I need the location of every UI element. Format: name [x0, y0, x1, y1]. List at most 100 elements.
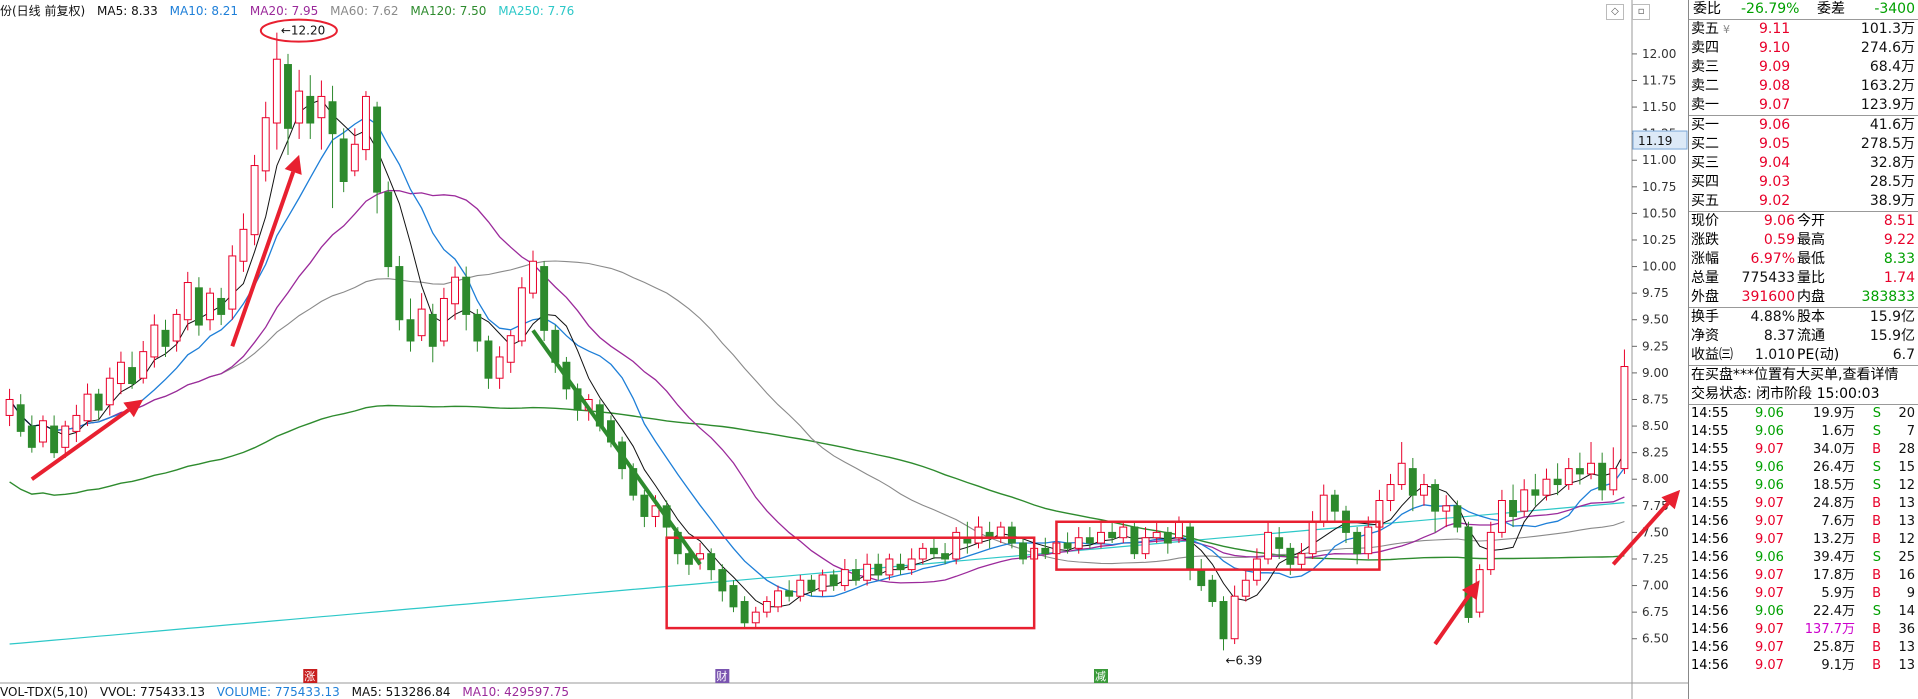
- ask-price: 9.08: [1759, 78, 1791, 94]
- candle-body: [116, 361, 125, 385]
- candle-body: [762, 601, 771, 613]
- big-order-notice[interactable]: 在买盘***位置有大买单,查看详情: [1691, 366, 1898, 385]
- candle-body: [373, 106, 382, 193]
- restore-window-icon[interactable]: ▫: [1632, 4, 1651, 20]
- candle-body: [1497, 500, 1506, 533]
- candle-body: [785, 590, 794, 597]
- tick-row[interactable]: 14:56 9.07 5.9万 B 9: [1689, 585, 1918, 603]
- tick-side: S: [1872, 460, 1881, 475]
- y-tick-label: 9.25: [1642, 339, 1669, 353]
- kline-chart-svg[interactable]: 12.0011.7511.5011.2511.0010.7510.5010.25…: [0, 0, 1688, 699]
- tick-row[interactable]: 14:56 9.07 17.8万 B 16: [1689, 567, 1918, 585]
- ask-volume: 101.3万: [1860, 21, 1915, 37]
- stat-label: 现价: [1691, 213, 1719, 229]
- tick-row[interactable]: 14:56 9.07 13.2万 B 12: [1689, 531, 1918, 549]
- tick-row[interactable]: 14:55 9.06 1.6万 S 7: [1689, 423, 1918, 441]
- candle-body: [1509, 500, 1518, 517]
- tick-list[interactable]: 14:55 9.06 19.9万 S 20 14:55 9.06 1.6万 S 7 14:55 9.0…: [1689, 405, 1918, 675]
- y-tick-label: 10.75: [1642, 180, 1676, 194]
- bid-row[interactable]: 买二 9.05 278.5万: [1689, 135, 1918, 154]
- notice-row[interactable]: 在买盘***位置有大买单,查看详情: [1689, 365, 1918, 385]
- bid-row[interactable]: 买一 9.06 41.6万: [1689, 116, 1918, 135]
- tick-row[interactable]: 14:55 9.06 18.5万 S 12: [1689, 477, 1918, 495]
- stat-label: 最低: [1797, 251, 1825, 267]
- tick-side: B: [1872, 622, 1881, 637]
- tick-row[interactable]: 14:55 9.06 26.4万 S 15: [1689, 459, 1918, 477]
- tick-row[interactable]: 14:55 9.07 34.0万 B 28: [1689, 441, 1918, 459]
- y-tick-label: 6.50: [1642, 632, 1669, 646]
- candle-body: [1453, 505, 1462, 528]
- tick-count: 13: [1898, 658, 1915, 673]
- tick-row[interactable]: 14:55 9.06 19.9万 S 20: [1689, 405, 1918, 423]
- ask-row[interactable]: 卖二 9.08 163.2万: [1689, 77, 1918, 96]
- tick-count: 14: [1898, 604, 1915, 619]
- diamond-icon[interactable]: ◇: [1606, 4, 1624, 20]
- candle-body: [974, 526, 983, 544]
- kline-chart-panel[interactable]: 12.0011.7511.5011.2511.0010.7510.5010.25…: [0, 0, 1688, 699]
- y-tick-label: 10.50: [1642, 206, 1676, 220]
- bid-row[interactable]: 买五 9.02 38.9万: [1689, 192, 1918, 211]
- fundamental-row: 净资 8.37 流通 15.9亿: [1689, 327, 1918, 346]
- stat-value: 0.59: [1763, 232, 1795, 248]
- tick-row[interactable]: 14:55 9.07 24.8万 B 13: [1689, 495, 1918, 513]
- bid-volume: 278.5万: [1860, 136, 1915, 152]
- candle-body: [1486, 531, 1495, 571]
- ask-label: 卖四: [1691, 40, 1719, 56]
- ask-row[interactable]: 卖五 ¥9.11 101.3万: [1689, 20, 1918, 39]
- bid-price: 9.06: [1759, 117, 1791, 133]
- y-tick-label: 9.00: [1642, 366, 1669, 380]
- tick-volume: 22.4万: [1813, 604, 1855, 619]
- tick-volume: 137.7万: [1804, 622, 1855, 637]
- tick-row[interactable]: 14:56 9.07 25.8万 B 13: [1689, 639, 1918, 657]
- ask-row[interactable]: 卖四 9.10 274.6万: [1689, 39, 1918, 58]
- ask-volume: 123.9万: [1860, 97, 1915, 113]
- ask-row[interactable]: 卖三 9.09 68.4万: [1689, 58, 1918, 77]
- ask-row[interactable]: 卖一 9.07 123.9万: [1689, 96, 1918, 115]
- current-price-label: 11.19: [1638, 134, 1672, 148]
- candle-body: [506, 335, 515, 363]
- tick-side: S: [1872, 604, 1881, 619]
- tick-price: 9.07: [1755, 622, 1784, 637]
- stat-value: 391600: [1741, 289, 1795, 305]
- ask-book: 卖五 ¥9.11 101.3万 卖四 9.10 274.6万 卖三 9.09 68.4万 卖二 9.…: [1689, 20, 1918, 115]
- tick-volume: 9.1万: [1821, 658, 1855, 673]
- weibi-value: -26.79%: [1741, 1, 1800, 17]
- weibi-label: 委比: [1693, 1, 1721, 17]
- tick-price: 9.06: [1755, 460, 1784, 475]
- candle-body: [1275, 537, 1284, 549]
- bid-price: 9.02: [1759, 193, 1791, 209]
- fundamental-row: 换手 4.88% 股本 15.9亿: [1689, 308, 1918, 327]
- bid-row[interactable]: 买三 9.04 32.8万: [1689, 154, 1918, 173]
- bid-row[interactable]: 买四 9.03 28.5万: [1689, 173, 1918, 192]
- candle-body: [94, 393, 103, 411]
- candle-body: [751, 611, 760, 624]
- candle-body: [896, 563, 905, 571]
- fundamental-value: 15.9亿: [1869, 328, 1915, 344]
- tick-count: 13: [1898, 496, 1915, 511]
- bid-label: 买三: [1691, 155, 1719, 171]
- y-tick-label: 10.25: [1642, 233, 1676, 247]
- tick-row[interactable]: 14:56 9.06 39.4万 S 25: [1689, 549, 1918, 567]
- tick-time: 14:56: [1691, 640, 1729, 655]
- vol-indicator-name[interactable]: VOL-TDX(5,10): [0, 685, 88, 699]
- tick-side: B: [1872, 586, 1881, 601]
- candle-body: [840, 569, 849, 587]
- tick-count: 12: [1898, 532, 1915, 547]
- candle-body: [529, 260, 537, 294]
- tick-row[interactable]: 14:56 9.06 22.4万 S 14: [1689, 603, 1918, 621]
- candle-body: [261, 117, 270, 172]
- fundamental-label: 换手: [1691, 309, 1719, 325]
- stat-value: 1.74: [1883, 270, 1915, 286]
- bid-volume: 28.5万: [1869, 174, 1915, 190]
- candle-body: [194, 287, 203, 326]
- tick-side: B: [1872, 568, 1881, 583]
- tick-row[interactable]: 14:56 9.07 137.7万 B 36: [1689, 621, 1918, 639]
- tick-row[interactable]: 14:56 9.07 9.1万 B 13: [1689, 657, 1918, 675]
- candle-body: [1587, 462, 1595, 475]
- weicha-value: -3400: [1874, 1, 1915, 17]
- candle-body: [996, 526, 1005, 539]
- bid-volume: 41.6万: [1869, 117, 1915, 133]
- tick-price: 9.06: [1755, 478, 1784, 493]
- fundamental-value: 15.9亿: [1869, 309, 1915, 325]
- tick-row[interactable]: 14:56 9.07 7.6万 B 13: [1689, 513, 1918, 531]
